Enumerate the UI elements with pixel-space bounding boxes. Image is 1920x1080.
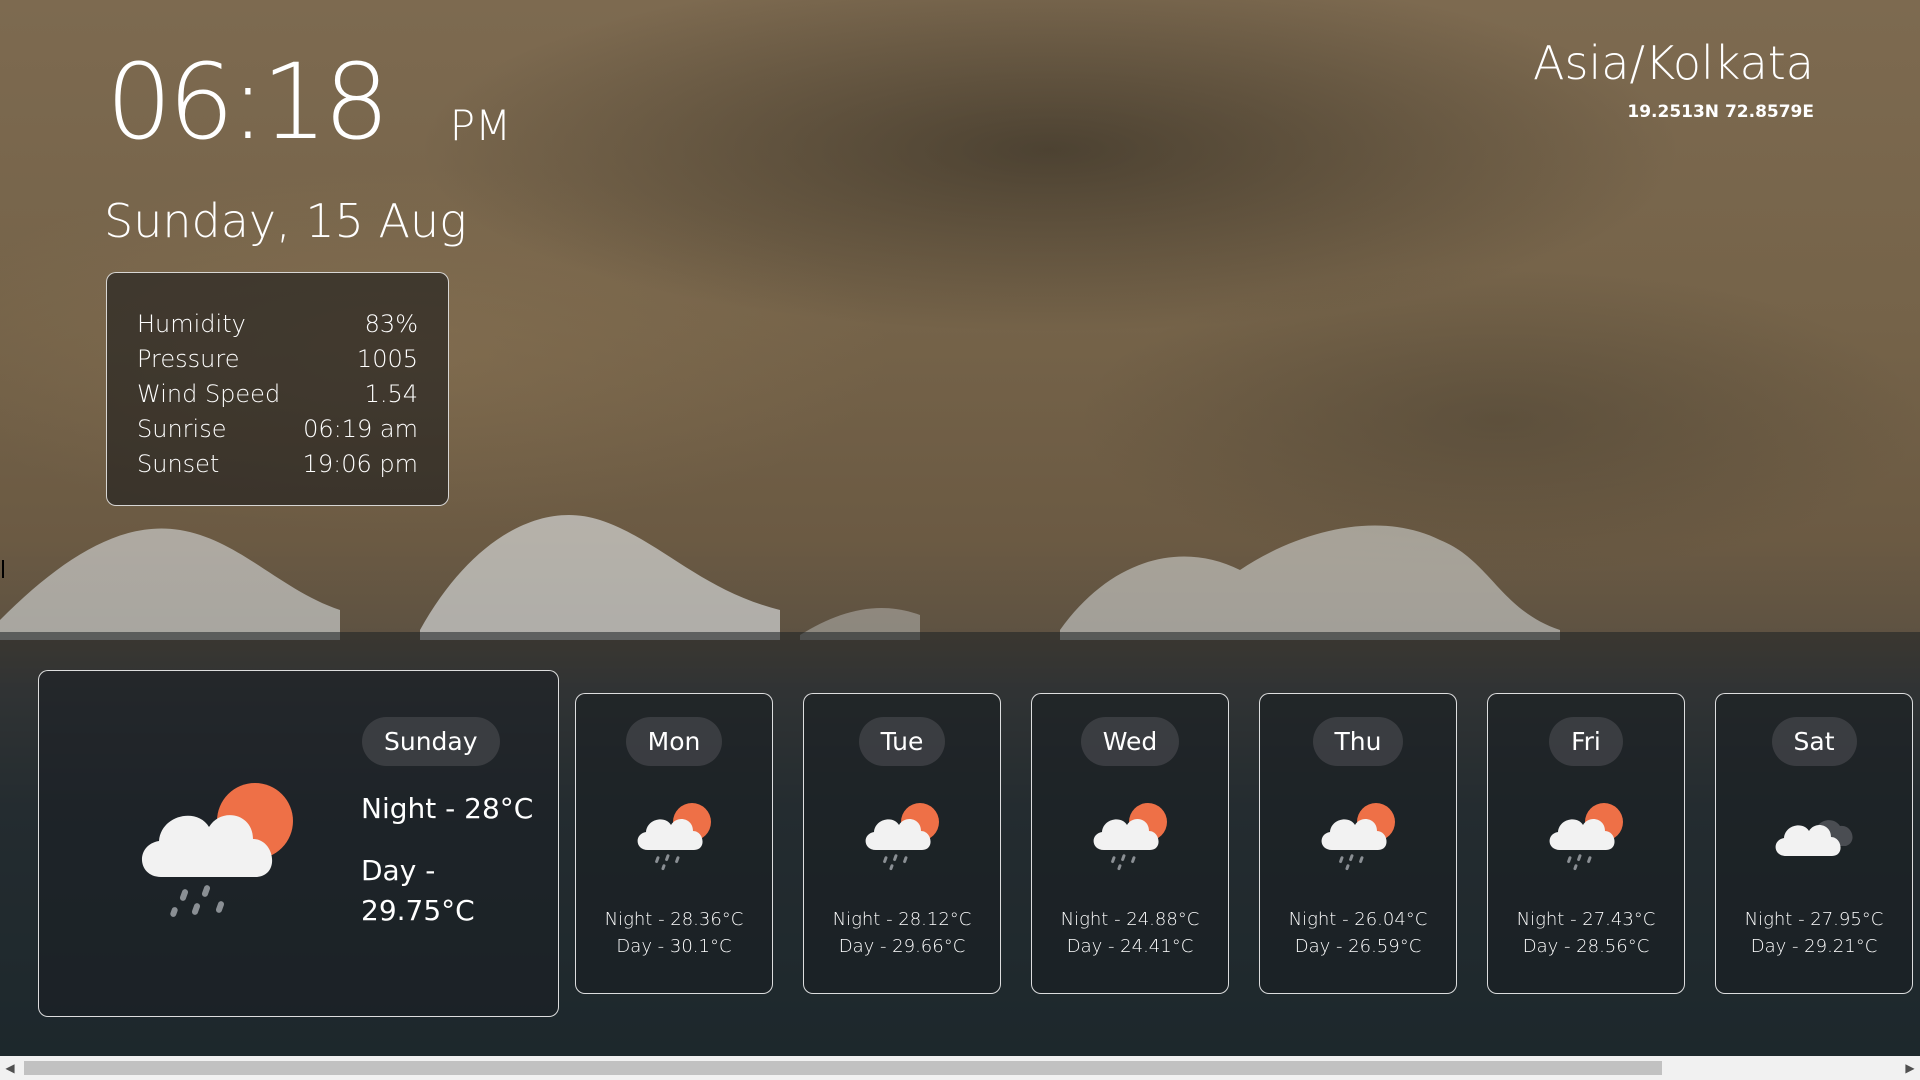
forecast-temps: Night - 28.12°C Day - 29.66°C — [804, 906, 1000, 960]
rain-cloud-sun-icon — [1549, 803, 1623, 871]
forecast-day-temp: Day - 28.56°C — [1522, 936, 1650, 957]
forecast-card-sat: Sat Night - 27.95°C Day - 29.21°C — [1715, 693, 1913, 994]
forecast-card-wed: Wed Night - 24.88°C Day - 24.41°C — [1031, 693, 1229, 994]
scroll-left-arrow-icon[interactable]: ◀ — [0, 1056, 20, 1080]
detail-sunrise: Sunrise 06:19 am — [137, 412, 418, 447]
forecast-day-pill: Fri — [1549, 717, 1623, 766]
timezone-label: Asia/Kolkata — [1533, 36, 1814, 90]
forecast-temps: Night - 24.88°C Day - 24.41°C — [1032, 906, 1228, 960]
forecast-night-temp: Night - 28.12°C — [832, 909, 972, 930]
location-panel: Asia/Kolkata 19.2513N 72.8579E — [1533, 36, 1814, 122]
today-day-temp: Day - 29.75°C — [361, 854, 475, 927]
clock-ampm: PM — [449, 101, 512, 150]
detail-wind-speed: Wind Speed 1.54 — [137, 377, 418, 412]
scrollbar-thumb[interactable] — [24, 1061, 1662, 1075]
detail-value: 1.54 — [364, 380, 418, 408]
rain-cloud-sun-icon — [1093, 803, 1167, 871]
forecast-day-temp: Day - 30.1°C — [616, 936, 732, 957]
today-temps: Night - 28°C Day - 29.75°C — [361, 789, 541, 931]
forecast-night-temp: Night - 24.88°C — [1060, 909, 1200, 930]
clock-time: 06:18 — [106, 41, 390, 163]
detail-sunset: Sunset 19:06 pm — [137, 447, 418, 482]
forecast-card-thu: Thu Night - 26.04°C Day - 26.59°C — [1259, 693, 1457, 994]
forecast-card-mon: Mon Night - 28.36°C Day - 30.1°C — [575, 693, 773, 994]
coordinates-label: 19.2513N 72.8579E — [1627, 102, 1814, 122]
today-night-temp: Night - 28°C — [361, 792, 534, 825]
rain-cloud-sun-icon — [865, 803, 939, 871]
forecast-night-temp: Night - 27.43°C — [1516, 909, 1656, 930]
text-caret — [2, 560, 4, 578]
detail-label: Humidity — [137, 310, 246, 338]
forecast-day-pill: Sat — [1771, 717, 1857, 766]
detail-pressure: Pressure 1005 — [137, 342, 418, 377]
forecast-day-pill: Thu — [1312, 717, 1404, 766]
forecast-night-temp: Night - 26.04°C — [1288, 909, 1428, 930]
detail-value: 06:19 am — [303, 415, 418, 443]
forecast-day-pill: Wed — [1080, 717, 1180, 766]
forecast-day-pill: Tue — [858, 717, 946, 766]
time-date-panel: 06:18 PM Sunday, 15 Aug — [104, 41, 512, 248]
today-forecast-card: Sunday Night - 28°C Day - 29.75°C — [38, 670, 559, 1017]
forecast-day-temp: Day - 29.66°C — [838, 936, 966, 957]
forecast-temps: Night - 27.43°C Day - 28.56°C — [1488, 906, 1684, 960]
forecast-temps: Night - 28.36°C Day - 30.1°C — [576, 906, 772, 960]
forecast-day-temp: Day - 29.21°C — [1750, 936, 1878, 957]
forecast-day-temp: Day - 24.41°C — [1066, 936, 1194, 957]
forecast-night-temp: Night - 27.95°C — [1744, 909, 1884, 930]
detail-label: Sunset — [137, 450, 220, 478]
scroll-right-arrow-icon[interactable]: ▶ — [1900, 1056, 1920, 1080]
forecast-card-tue: Tue Night - 28.12°C Day - 29.66°C — [803, 693, 1001, 994]
weather-details-box: Humidity 83% Pressure 1005 Wind Speed 1.… — [106, 272, 449, 506]
forecast-day-temp: Day - 26.59°C — [1294, 936, 1422, 957]
rain-cloud-sun-icon — [1321, 803, 1395, 871]
today-day-pill: Sunday — [362, 717, 500, 766]
rain-cloud-sun-icon — [637, 803, 711, 871]
detail-label: Wind Speed — [137, 380, 281, 408]
current-date: Sunday, 15 Aug — [104, 194, 467, 248]
overcast-clouds-icon — [1775, 820, 1853, 856]
detail-value: 83% — [364, 310, 418, 338]
detail-value: 19:06 pm — [302, 450, 418, 478]
detail-label: Sunrise — [137, 415, 227, 443]
forecast-card-fri: Fri Night - 27.43°C Day - 28.56°C — [1487, 693, 1685, 994]
forecast-panel: Sunday Night - 28°C Day - 29.75°C Mon Ni… — [0, 632, 1920, 1056]
detail-label: Pressure — [137, 345, 240, 373]
horizontal-scrollbar[interactable]: ◀ ▶ — [0, 1056, 1920, 1080]
rain-cloud-sun-icon — [141, 783, 293, 917]
forecast-night-temp: Night - 28.36°C — [604, 909, 744, 930]
detail-value: 1005 — [356, 345, 418, 373]
forecast-temps: Night - 27.95°C Day - 29.21°C — [1716, 906, 1912, 960]
forecast-day-pill: Mon — [625, 717, 723, 766]
forecast-temps: Night - 26.04°C Day - 26.59°C — [1260, 906, 1456, 960]
background-waves — [0, 514, 1560, 640]
detail-humidity: Humidity 83% — [137, 307, 418, 342]
